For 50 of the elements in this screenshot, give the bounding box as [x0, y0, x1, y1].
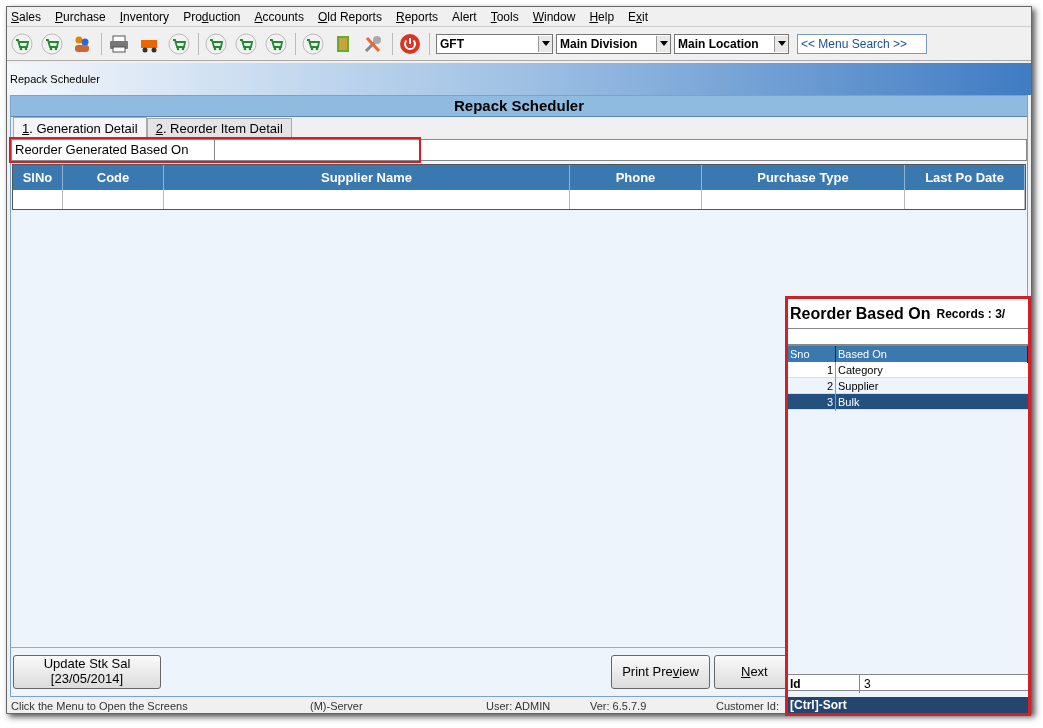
- menu-item[interactable]: Tools: [490, 7, 519, 26]
- menu-item[interactable]: Reports: [395, 7, 438, 26]
- status-text: Ver: 6.5.7.9: [590, 700, 648, 712]
- list-row[interactable]: 2 Supplier: [788, 378, 1028, 394]
- column-header[interactable]: Purchase Type: [702, 165, 905, 190]
- menu-item[interactable]: Accounts: [254, 7, 304, 26]
- list-row[interactable]: 1 Category: [788, 362, 1028, 378]
- sort-hint-bar: [Ctrl]-Sort: [788, 697, 1028, 713]
- dropdown[interactable]: GFT: [436, 33, 553, 54]
- print-preview-button[interactable]: Print Preview: [611, 655, 710, 689]
- column-header[interactable]: Phone: [570, 165, 702, 190]
- column-header[interactable]: Code: [63, 165, 164, 190]
- list-row[interactable]: 3 Bulk: [788, 394, 1028, 410]
- power-icon[interactable]: [399, 32, 421, 55]
- cart-icon[interactable]: [41, 32, 63, 55]
- printer-icon[interactable]: [108, 32, 130, 55]
- menu-item[interactable]: Window: [532, 7, 576, 26]
- form-header: Repack Scheduler: [11, 96, 1027, 117]
- column-header[interactable]: Supplier Name: [164, 165, 570, 190]
- cart-icon[interactable]: [11, 32, 33, 55]
- cart-icon[interactable]: [168, 32, 190, 55]
- menu-item[interactable]: Old Reports: [317, 7, 382, 26]
- menu-item[interactable]: Sales: [11, 7, 42, 26]
- menu-item[interactable]: Production: [183, 7, 241, 26]
- cart-icon[interactable]: [235, 32, 257, 55]
- dropdown[interactable]: Main Location: [674, 33, 789, 54]
- menu-search-field[interactable]: << Menu Search >>: [797, 33, 927, 54]
- column-header[interactable]: Last Po Date: [905, 165, 1025, 190]
- status-text: (M)-Server: [310, 700, 364, 712]
- popup-title: Reorder Based On: [790, 303, 931, 324]
- footer-value: 3: [863, 676, 872, 693]
- menu-item[interactable]: Purchase: [55, 7, 106, 26]
- dropdown[interactable]: Main Division: [556, 33, 671, 54]
- cart-icon[interactable]: [265, 32, 287, 55]
- menu-item[interactable]: Help: [589, 7, 615, 26]
- popup-search-field[interactable]: [788, 329, 1028, 346]
- menu-item[interactable]: Alert: [452, 7, 477, 26]
- cart-icon[interactable]: [205, 32, 227, 55]
- tab[interactable]: 1. Generation Detail: [13, 117, 147, 139]
- status-text: User: ADMIN: [486, 700, 552, 712]
- footer-label: Id: [788, 675, 860, 693]
- status-text: Click the Menu to Open the Screens: [11, 700, 189, 712]
- cart-icon[interactable]: [302, 32, 324, 55]
- menu-item[interactable]: Inventory: [119, 7, 170, 26]
- menu-item[interactable]: Exit: [628, 7, 649, 26]
- update-stock-button[interactable]: Update Stk Sal [23/05/2014]: [13, 655, 161, 689]
- record-count: Records : 3/: [936, 305, 1006, 323]
- column-header[interactable]: SlNo: [13, 165, 63, 190]
- window-title: Repack Scheduler: [10, 71, 100, 87]
- status-text: Customer Id:: [716, 700, 779, 712]
